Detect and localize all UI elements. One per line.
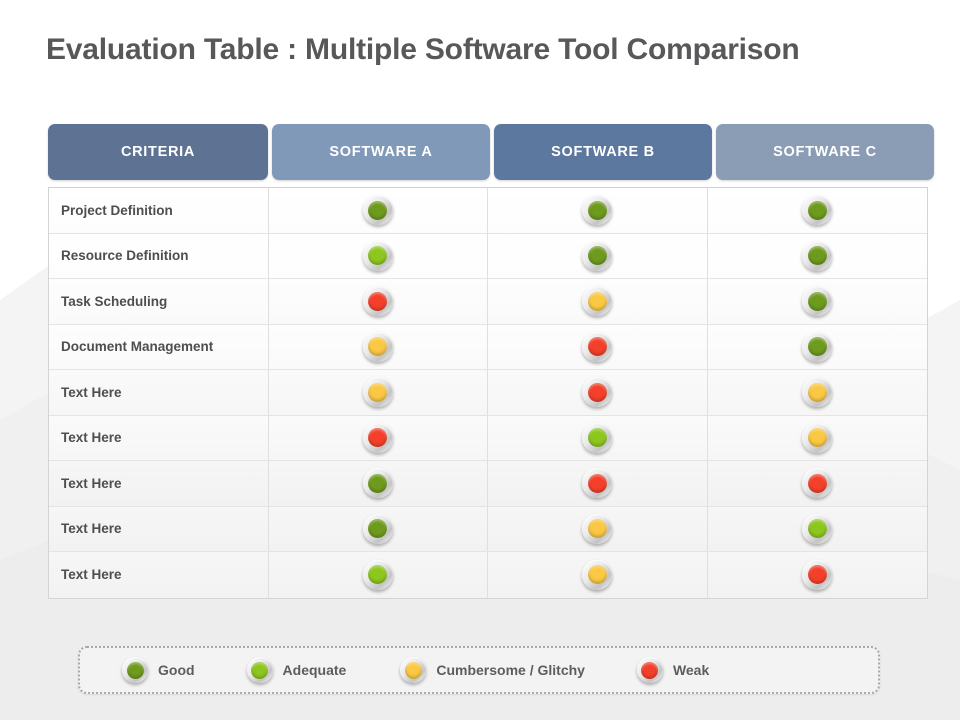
column-header-criteria[interactable]: CRITERIA xyxy=(48,124,268,180)
page-title: Evaluation Table : Multiple Software Too… xyxy=(46,33,800,66)
status-orb-cumbersome xyxy=(802,422,833,453)
rating-cell-software-b[interactable] xyxy=(488,233,708,278)
rating-cell-software-a[interactable] xyxy=(269,461,489,506)
rating-cell-software-c[interactable] xyxy=(708,188,927,233)
column-header-software-a[interactable]: SOFTWARE A xyxy=(272,124,490,180)
rating-cell-software-c[interactable] xyxy=(708,279,927,324)
table-row: Document Management xyxy=(49,324,927,370)
table-row: Text Here xyxy=(49,370,927,416)
legend-label: Good xyxy=(158,662,195,678)
rating-cell-software-c[interactable] xyxy=(708,507,927,552)
rating-cell-software-c[interactable] xyxy=(708,325,927,370)
rating-cell-software-a[interactable] xyxy=(269,506,489,551)
status-orb-weak xyxy=(802,468,833,499)
rating-cell-software-b[interactable] xyxy=(488,370,708,415)
column-header-software-b[interactable]: SOFTWARE B xyxy=(494,124,712,180)
criteria-label: Text Here xyxy=(49,506,269,551)
rating-cell-software-a[interactable] xyxy=(269,370,489,415)
rating-cell-software-a[interactable] xyxy=(269,324,489,369)
table-row: Text Here xyxy=(49,461,927,507)
status-orb-good xyxy=(802,331,833,362)
rating-cell-software-a[interactable] xyxy=(269,552,489,598)
status-orb-adequate xyxy=(246,657,273,683)
table-row: Text Here xyxy=(49,552,927,598)
criteria-label: Text Here xyxy=(49,461,269,506)
rating-cell-software-b[interactable] xyxy=(488,552,708,598)
status-orb-cumbersome xyxy=(582,559,613,590)
rating-cell-software-c[interactable] xyxy=(708,461,927,506)
status-orb-adequate xyxy=(802,513,833,544)
table-body: Project Definition Resource Definition T… xyxy=(48,187,928,599)
status-orb-good xyxy=(362,513,393,544)
status-orb-weak xyxy=(582,377,613,408)
status-orb-good xyxy=(362,468,393,499)
legend-label: Adequate xyxy=(282,662,347,678)
criteria-label: Text Here xyxy=(49,415,269,460)
rating-cell-software-a[interactable] xyxy=(269,233,489,278)
status-orb-adequate xyxy=(362,559,393,590)
slide-canvas: Evaluation Table : Multiple Software Too… xyxy=(0,0,960,720)
rating-cell-software-b[interactable] xyxy=(488,415,708,460)
rating-cell-software-b[interactable] xyxy=(488,506,708,551)
status-orb-good xyxy=(362,195,393,226)
criteria-label: Document Management xyxy=(49,324,269,369)
rating-cell-software-c[interactable] xyxy=(708,552,927,598)
status-orb-cumbersome xyxy=(362,331,393,362)
legend-item-adequate: Adequate xyxy=(246,657,347,683)
status-orb-weak xyxy=(362,422,393,453)
table-row: Project Definition xyxy=(49,188,927,234)
status-orb-good xyxy=(802,240,833,271)
rating-cell-software-b[interactable] xyxy=(488,324,708,369)
rating-cell-software-a[interactable] xyxy=(269,279,489,324)
status-orb-weak xyxy=(362,286,393,317)
status-orb-cumbersome xyxy=(582,513,613,544)
table-row: Text Here xyxy=(49,506,927,552)
rating-cell-software-b[interactable] xyxy=(488,188,708,233)
legend: Good Adequate Cumbersome / Glitchy Weak xyxy=(78,646,880,694)
status-orb-adequate xyxy=(362,240,393,271)
table-row: Text Here xyxy=(49,415,927,461)
status-orb-cumbersome xyxy=(400,657,427,683)
table-row: Task Scheduling xyxy=(49,279,927,325)
legend-item-weak: Weak xyxy=(636,657,710,683)
status-orb-weak xyxy=(582,331,613,362)
table-header-row: CRITERIA SOFTWARE A SOFTWARE B SOFTWARE … xyxy=(48,124,934,180)
rating-cell-software-c[interactable] xyxy=(708,416,927,461)
rating-cell-software-c[interactable] xyxy=(708,234,927,279)
status-orb-adequate xyxy=(582,422,613,453)
criteria-label: Text Here xyxy=(49,552,269,598)
status-orb-good xyxy=(802,286,833,317)
evaluation-table: CRITERIA SOFTWARE A SOFTWARE B SOFTWARE … xyxy=(48,124,934,599)
legend-item-good: Good xyxy=(122,657,195,683)
status-orb-good xyxy=(122,657,148,683)
rating-cell-software-c[interactable] xyxy=(708,370,927,415)
status-orb-weak xyxy=(802,559,833,590)
status-orb-good xyxy=(582,195,613,226)
criteria-label: Project Definition xyxy=(49,188,269,233)
status-orb-good xyxy=(582,240,613,271)
column-header-software-c[interactable]: SOFTWARE C xyxy=(716,124,934,180)
rating-cell-software-b[interactable] xyxy=(488,279,708,324)
legend-label: Cumbersome / Glitchy xyxy=(436,662,585,678)
rating-cell-software-a[interactable] xyxy=(269,188,489,233)
criteria-label: Resource Definition xyxy=(49,233,269,278)
rating-cell-software-b[interactable] xyxy=(488,461,708,506)
legend-label: Weak xyxy=(672,662,710,678)
status-orb-cumbersome xyxy=(362,377,393,408)
rating-cell-software-a[interactable] xyxy=(269,415,489,460)
legend-item-cumbersome: Cumbersome / Glitchy xyxy=(400,657,585,683)
status-orb-weak xyxy=(582,468,613,499)
criteria-label: Task Scheduling xyxy=(49,279,269,324)
status-orb-good xyxy=(802,195,833,226)
status-orb-cumbersome xyxy=(582,286,613,317)
status-orb-cumbersome xyxy=(802,377,833,408)
status-orb-weak xyxy=(636,657,663,683)
table-row: Resource Definition xyxy=(49,233,927,279)
criteria-label: Text Here xyxy=(49,370,269,415)
